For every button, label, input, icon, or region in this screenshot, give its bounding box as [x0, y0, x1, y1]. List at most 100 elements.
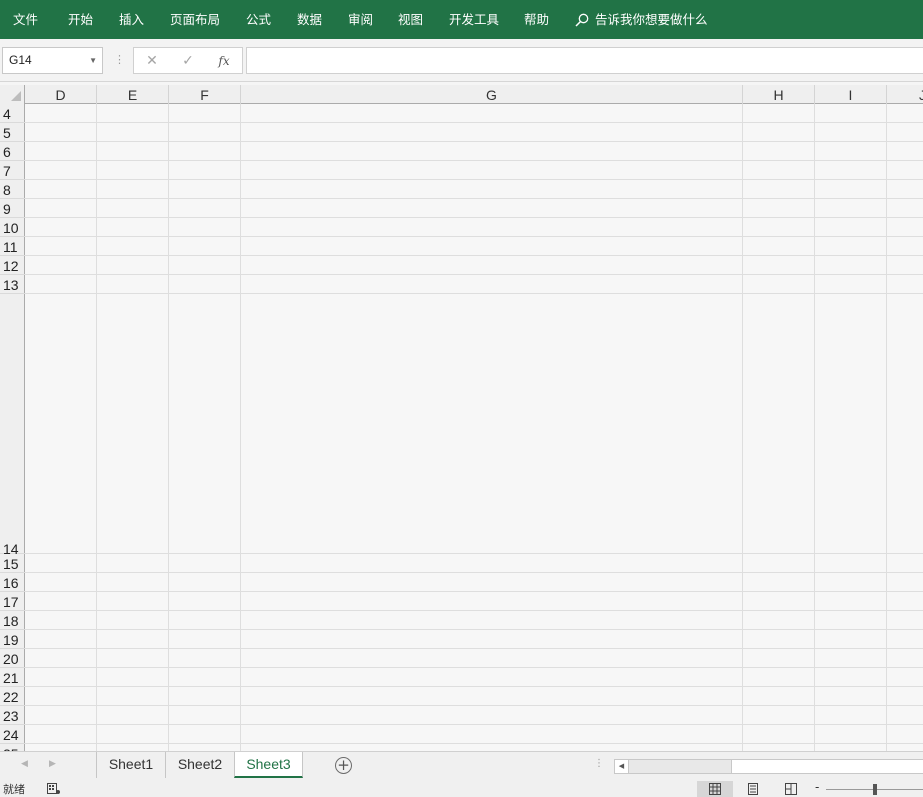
row-header-10[interactable]: 10 [0, 218, 25, 237]
row-header-18[interactable]: 18 [0, 611, 25, 630]
gridline-h [25, 705, 923, 706]
select-all-button[interactable] [0, 85, 25, 104]
gridline-v [814, 104, 815, 751]
row-header-19[interactable]: 19 [0, 630, 25, 649]
gridline-v [168, 104, 169, 751]
gridline-h [25, 160, 923, 161]
column-header-i[interactable]: I [815, 85, 887, 104]
grid-icon [709, 783, 721, 795]
gridline-h [25, 610, 923, 611]
normal-view-button[interactable] [697, 781, 733, 797]
sheet-tab-2[interactable]: Sheet2 [165, 752, 234, 778]
row-header-4[interactable]: 4 [0, 104, 25, 123]
tab-review[interactable]: 审阅 [348, 0, 373, 39]
scroll-tabs-left-icon[interactable]: ◀ [21, 759, 28, 769]
tab-insert[interactable]: 插入 [119, 0, 144, 39]
column-header-row: D E F G H I J [0, 85, 923, 104]
gridline-h [25, 572, 923, 573]
row-header-15[interactable]: 15 [0, 554, 25, 573]
zoom-slider-thumb[interactable] [873, 784, 877, 795]
worksheet-grid[interactable]: D E F G H I J 4 5 6 7 8 9 10 11 12 13 14… [0, 85, 923, 751]
row-header-24[interactable]: 24 [0, 725, 25, 744]
name-box[interactable]: G14 ▼ [2, 47, 103, 74]
page-icon [748, 783, 758, 795]
column-header-e[interactable]: E [97, 85, 169, 104]
scroll-left-icon[interactable]: ◀ [615, 760, 629, 773]
gridline-v [742, 104, 743, 751]
zoom-out-button[interactable]: - [815, 780, 819, 794]
row-header-22[interactable]: 22 [0, 687, 25, 706]
gridline-h [25, 217, 923, 218]
tell-me-label: 告诉我你想要做什么 [595, 12, 708, 27]
status-bar: 就绪 - [0, 780, 923, 797]
gridline-v [96, 104, 97, 751]
row-header-6[interactable]: 6 [0, 142, 25, 161]
cancel-icon[interactable]: ✕ [141, 51, 163, 71]
row-header-23[interactable]: 23 [0, 706, 25, 725]
chevron-down-icon[interactable]: ▼ [89, 48, 97, 73]
row-header-16[interactable]: 16 [0, 573, 25, 592]
row-header-17[interactable]: 17 [0, 592, 25, 611]
gridline-h [25, 293, 923, 294]
tab-data[interactable]: 数据 [297, 0, 322, 39]
sheet-tab-1[interactable]: Sheet1 [96, 752, 165, 778]
gridline-h [25, 724, 923, 725]
gridline-h [25, 141, 923, 142]
row-header-12[interactable]: 12 [0, 256, 25, 275]
gridline-v [886, 104, 887, 751]
row-header-25[interactable]: 25 [0, 744, 25, 751]
row-header-14[interactable]: 14 [0, 294, 25, 557]
select-all-triangle-icon [11, 91, 21, 101]
column-header-h[interactable]: H [743, 85, 815, 104]
insert-function-button[interactable]: fx [213, 51, 235, 71]
gridline-h [25, 629, 923, 630]
gridline-h [25, 553, 923, 554]
ribbon-menu-bar: 文件 开始 插入 页面布局 公式 数据 审阅 视图 开发工具 帮助 告诉我你想要… [0, 0, 923, 39]
row-header-13[interactable]: 13 [0, 275, 25, 294]
tell-me-search[interactable]: 告诉我你想要做什么 [575, 0, 708, 39]
column-header-g[interactable]: G [241, 85, 743, 104]
gridline-h [25, 743, 923, 744]
row-header-7[interactable]: 7 [0, 161, 25, 180]
page-break-view-button[interactable] [773, 781, 809, 797]
tab-page-layout[interactable]: 页面布局 [170, 0, 220, 39]
column-header-d[interactable]: D [25, 85, 97, 104]
row-header-20[interactable]: 20 [0, 649, 25, 668]
tab-formulas[interactable]: 公式 [246, 0, 271, 39]
formula-input[interactable] [246, 47, 923, 74]
more-icon[interactable]: ⋮ [114, 53, 125, 67]
tab-splitter-icon[interactable]: ⋮ [594, 758, 604, 769]
scrollbar-thumb[interactable] [731, 760, 923, 773]
row-header-5[interactable]: 5 [0, 123, 25, 142]
row-header-9[interactable]: 9 [0, 199, 25, 218]
tab-home[interactable]: 开始 [68, 0, 93, 39]
sheet-tabs-bar: ◀ ▶ Sheet1 Sheet2 Sheet3 + ⋮ ◀ [0, 751, 923, 780]
page-break-icon [785, 783, 797, 795]
scroll-tabs-right-icon[interactable]: ▶ [49, 759, 56, 769]
row-header-21[interactable]: 21 [0, 668, 25, 687]
tab-view[interactable]: 视图 [398, 0, 423, 39]
macro-record-icon[interactable] [47, 783, 60, 794]
horizontal-scrollbar[interactable]: ◀ [614, 759, 923, 774]
formula-buttons: ✕ ✓ fx [133, 47, 243, 74]
column-header-f[interactable]: F [169, 85, 241, 104]
tab-file[interactable]: 文件 [13, 0, 38, 39]
page-layout-view-button[interactable] [735, 781, 771, 797]
gridline-h [25, 255, 923, 256]
add-sheet-button[interactable]: + [335, 757, 352, 774]
column-header-j[interactable]: J [887, 85, 923, 104]
name-box-value: G14 [9, 53, 32, 67]
tab-help[interactable]: 帮助 [524, 0, 549, 39]
gridline-h [25, 591, 923, 592]
gridline-h [25, 122, 923, 123]
row-header-11[interactable]: 11 [0, 237, 25, 256]
gridline-h [25, 236, 923, 237]
enter-icon[interactable]: ✓ [177, 51, 199, 71]
gridline-v [240, 104, 241, 751]
tab-developer[interactable]: 开发工具 [449, 0, 499, 39]
gridline-h [25, 667, 923, 668]
gridline-h [25, 274, 923, 275]
search-icon [575, 13, 589, 27]
sheet-tab-3[interactable]: Sheet3 [234, 752, 303, 778]
row-header-8[interactable]: 8 [0, 180, 25, 199]
